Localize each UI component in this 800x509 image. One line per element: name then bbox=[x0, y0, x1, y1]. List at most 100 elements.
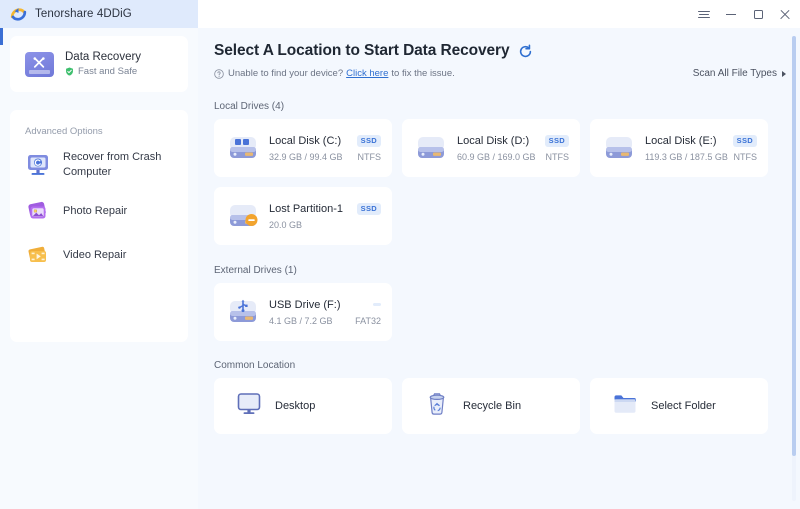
drive-card-lost-partition-1[interactable]: Lost Partition-1 SSD 20.0 GB bbox=[214, 187, 392, 245]
drive-meta-row: 20.0 GB bbox=[269, 220, 381, 230]
local-drives-grid: Local Disk (C:) SSD 32.9 GB / 99.4 GB NT… bbox=[198, 119, 800, 245]
hard-drive-warning-icon bbox=[226, 203, 260, 230]
location-card-select-folder[interactable]: Select Folder bbox=[590, 378, 768, 434]
drive-size-text: 32.9 GB / 99.4 GB bbox=[269, 152, 343, 162]
app-window: Tenorshare 4DDiG Data Recovery bbox=[0, 0, 800, 509]
drive-title-row: USB Drive (F:) bbox=[269, 299, 381, 311]
drive-size-text: 4.1 GB / 7.2 GB bbox=[269, 316, 333, 326]
external-drives-label: External Drives (1) bbox=[214, 265, 800, 276]
common-location-grid: Desktop Recycle Bin bbox=[198, 378, 800, 434]
drive-name: Local Disk (D:) bbox=[457, 135, 529, 147]
common-location-label: Common Location bbox=[214, 360, 800, 371]
drive-info: Local Disk (D:) SSD 60.9 GB / 169.0 GB N… bbox=[457, 135, 569, 162]
hard-drive-icon bbox=[414, 135, 448, 162]
device-help-text-before: Unable to find your device? bbox=[228, 68, 343, 79]
common-location-section: Common Location Desktop bbox=[198, 360, 800, 434]
drive-info: Lost Partition-1 SSD 20.0 GB bbox=[269, 203, 381, 230]
drive-type-badge: SSD bbox=[545, 135, 569, 147]
scrollbar-thumb[interactable] bbox=[792, 36, 796, 456]
sidebar-item-label: Video Repair bbox=[63, 248, 126, 263]
sidebar-active-title: Data Recovery bbox=[65, 51, 141, 63]
advanced-options-heading: Advanced Options bbox=[10, 126, 188, 137]
location-card-desktop[interactable]: Desktop bbox=[214, 378, 392, 434]
drive-meta-row: 4.1 GB / 7.2 GB FAT32 bbox=[269, 316, 381, 326]
drive-meta-row: 32.9 GB / 99.4 GB NTFS bbox=[269, 152, 381, 162]
drive-card-usb-drive-f[interactable]: USB Drive (F:) 4.1 GB / 7.2 GB FAT32 bbox=[214, 283, 392, 341]
drive-card-local-disk-c[interactable]: Local Disk (C:) SSD 32.9 GB / 99.4 GB NT… bbox=[214, 119, 392, 177]
hard-drive-icon bbox=[602, 135, 636, 162]
location-label: Desktop bbox=[275, 400, 315, 412]
drive-info: Local Disk (C:) SSD 32.9 GB / 99.4 GB NT… bbox=[269, 135, 381, 162]
sidebar-active-text: Data Recovery Fast and Safe bbox=[65, 51, 141, 77]
drive-name: Lost Partition-1 bbox=[269, 203, 343, 215]
usb-drive-icon bbox=[226, 299, 260, 326]
drive-card-local-disk-e[interactable]: Local Disk (E:) SSD 119.3 GB / 187.5 GB … bbox=[590, 119, 768, 177]
drive-meta-row: 60.9 GB / 169.0 GB NTFS bbox=[457, 152, 569, 162]
drive-filesystem: NTFS bbox=[546, 152, 570, 162]
sidebar-item-label: Recover from Crash Computer bbox=[63, 150, 176, 180]
main-content: Select A Location to Start Data Recovery bbox=[198, 28, 800, 509]
crash-computer-icon bbox=[25, 152, 51, 178]
window-controls bbox=[697, 0, 792, 28]
page-title-row: Select A Location to Start Data Recovery bbox=[214, 42, 800, 60]
brand-area: Tenorshare 4DDiG bbox=[0, 0, 198, 28]
refresh-icon[interactable] bbox=[518, 44, 533, 59]
drive-title-row: Local Disk (D:) SSD bbox=[457, 135, 569, 147]
drive-size-text: 119.3 GB / 187.5 GB bbox=[645, 152, 728, 162]
sidebar-item-label: Photo Repair bbox=[63, 204, 127, 219]
question-circle-icon bbox=[214, 69, 224, 79]
drive-size-text: 60.9 GB / 169.0 GB bbox=[457, 152, 536, 162]
page-title: Select A Location to Start Data Recovery bbox=[214, 42, 509, 60]
drive-name: Local Disk (E:) bbox=[645, 135, 717, 147]
click-here-link[interactable]: Click here bbox=[346, 68, 388, 79]
sidebar-item-recover-from-crash-computer[interactable]: Recover from Crash Computer bbox=[10, 150, 188, 180]
drive-name: Local Disk (C:) bbox=[269, 135, 341, 147]
drive-title-row: Local Disk (E:) SSD bbox=[645, 135, 757, 147]
hard-drive-icon bbox=[226, 135, 260, 162]
drive-info: USB Drive (F:) 4.1 GB / 7.2 GB FAT32 bbox=[269, 299, 381, 326]
minimize-icon[interactable] bbox=[724, 7, 738, 21]
hamburger-menu-icon[interactable] bbox=[697, 7, 711, 21]
drive-tools-icon bbox=[25, 52, 54, 77]
advanced-options-card: Advanced Options Recover from Crash Comp… bbox=[10, 110, 188, 342]
swirl-logo-icon bbox=[9, 5, 28, 24]
drive-type-badge: SSD bbox=[733, 135, 757, 147]
chevron-right-icon bbox=[782, 71, 786, 77]
location-label: Recycle Bin bbox=[463, 400, 521, 412]
drive-filesystem: NTFS bbox=[734, 152, 758, 162]
monitor-icon bbox=[236, 391, 262, 422]
drive-type-badge: SSD bbox=[357, 203, 381, 215]
sidebar-item-data-recovery[interactable]: Data Recovery Fast and Safe bbox=[10, 36, 188, 92]
external-drives-section: External Drives (1) bbox=[198, 265, 800, 341]
scan-all-file-types-button[interactable]: Scan All File Types bbox=[693, 68, 786, 79]
device-help-text-after: to fix the issue. bbox=[391, 68, 454, 79]
drive-title-row: Lost Partition-1 SSD bbox=[269, 203, 381, 215]
drive-title-row: Local Disk (C:) SSD bbox=[269, 135, 381, 147]
brand-title: Tenorshare 4DDiG bbox=[35, 8, 132, 20]
drive-info: Local Disk (E:) SSD 119.3 GB / 187.5 GB … bbox=[645, 135, 757, 162]
local-drives-label: Local Drives (4) bbox=[214, 101, 800, 112]
maximize-icon[interactable] bbox=[751, 7, 765, 21]
titlebar: Tenorshare 4DDiG bbox=[0, 0, 800, 28]
drive-name: USB Drive (F:) bbox=[269, 299, 341, 311]
photo-repair-icon bbox=[25, 198, 51, 224]
close-icon[interactable] bbox=[778, 7, 792, 21]
sidebar-accent-bar bbox=[0, 28, 3, 45]
sidebar-active-subtitle: Fast and Safe bbox=[78, 66, 137, 77]
drive-filesystem: NTFS bbox=[358, 152, 382, 162]
drive-filesystem: FAT32 bbox=[355, 316, 381, 326]
drive-type-badge bbox=[373, 303, 381, 306]
video-repair-icon bbox=[25, 242, 51, 268]
drive-type-badge: SSD bbox=[357, 135, 381, 147]
folder-icon bbox=[612, 391, 638, 422]
location-card-recycle-bin[interactable]: Recycle Bin bbox=[402, 378, 580, 434]
sidebar-active-subtitle-row: Fast and Safe bbox=[65, 66, 141, 77]
recycle-bin-icon bbox=[424, 391, 450, 422]
external-drives-grid: USB Drive (F:) 4.1 GB / 7.2 GB FAT32 bbox=[198, 283, 800, 341]
scan-all-file-types-label: Scan All File Types bbox=[693, 68, 777, 79]
sidebar-item-video-repair[interactable]: Video Repair bbox=[10, 242, 188, 268]
drive-card-local-disk-d[interactable]: Local Disk (D:) SSD 60.9 GB / 169.0 GB N… bbox=[402, 119, 580, 177]
local-drives-section: Local Drives (4) bbox=[198, 101, 800, 245]
sidebar-item-photo-repair[interactable]: Photo Repair bbox=[10, 198, 188, 224]
drive-size-text: 20.0 GB bbox=[269, 220, 302, 230]
